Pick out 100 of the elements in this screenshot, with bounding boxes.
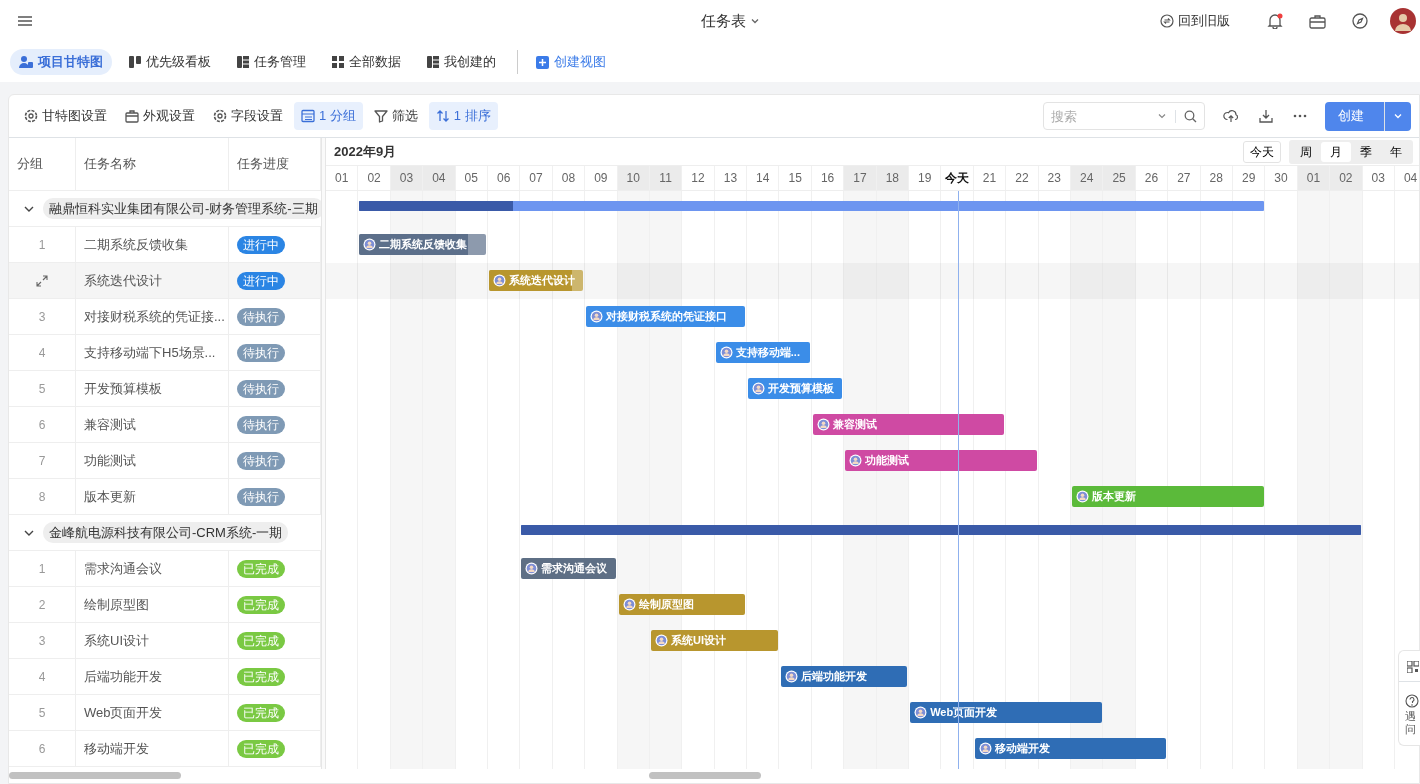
scale-option[interactable]: 年 — [1381, 141, 1411, 162]
help-icon[interactable] — [1405, 693, 1419, 708]
toolbar-button[interactable]: 筛选 — [366, 102, 425, 130]
row-number: 4 — [38, 668, 46, 686]
help-text: 遇 — [1404, 709, 1417, 723]
task-bar[interactable]: 功能测试 — [845, 450, 1037, 471]
today-button[interactable]: 今天 — [1243, 140, 1281, 163]
day-label: 30 — [1265, 166, 1298, 190]
row-number: 5 — [38, 704, 46, 722]
download-icon[interactable] — [1259, 109, 1273, 123]
status-tag: 进行中 — [237, 235, 285, 254]
upload-icon[interactable] — [1223, 108, 1239, 124]
row-number: 6 — [38, 416, 46, 434]
gear-icon — [213, 109, 227, 123]
view-tab[interactable]: 优先级看板 — [120, 49, 220, 75]
day-label: 17 — [844, 166, 877, 190]
create-button[interactable]: 创建 — [1325, 101, 1411, 131]
toolbar-button[interactable]: 外观设置 — [118, 102, 202, 130]
day-label: 19 — [909, 166, 942, 190]
task-bar[interactable]: 开发预算模板 — [748, 378, 843, 399]
avatar-icon — [752, 382, 766, 395]
gear-icon — [24, 109, 38, 123]
bell-icon[interactable] — [1267, 13, 1283, 29]
scrollbar-thumb[interactable] — [649, 772, 761, 779]
briefcase-icon — [125, 109, 139, 123]
day-label: 25 — [1103, 166, 1136, 190]
avatar-icon — [914, 706, 928, 719]
day-label: 03 — [390, 166, 424, 190]
day-label: 18 — [876, 166, 910, 190]
day-label: 14 — [747, 166, 780, 190]
group-label: 融鼎恒科实业集团有限公司-财务管理系统-三期 — [43, 197, 321, 220]
avatar-icon — [1076, 490, 1090, 503]
task-name: 系统UI设计 — [76, 623, 229, 658]
task-bar[interactable]: 移动端开发 — [975, 738, 1167, 759]
group-label: 金峰航电源科技有限公司-CRM系统-一期 — [43, 521, 289, 544]
avatar-icon[interactable] — [1390, 8, 1416, 34]
status-tag: 已完成 — [237, 739, 285, 758]
day-label: 10 — [617, 166, 650, 190]
scale-option[interactable]: 周 — [1291, 141, 1321, 162]
avatar-icon — [525, 562, 539, 575]
day-label: 13 — [714, 166, 748, 190]
view-tab[interactable]: 任务管理 — [228, 49, 315, 75]
row-number: 7 — [38, 452, 46, 470]
plus-icon — [536, 55, 549, 69]
avatar-icon — [784, 670, 798, 683]
task-bar[interactable]: 支持移动端... — [715, 342, 810, 363]
avatar-icon — [655, 634, 668, 647]
task-bar[interactable]: 二期系统反馈收集 — [359, 234, 486, 255]
status-tag: 已完成 — [237, 703, 285, 722]
row-number: 8 — [38, 488, 46, 506]
task-name: 后端功能开发 — [76, 659, 229, 694]
task-bar[interactable]: 需求沟通会议 — [521, 558, 616, 579]
more-icon[interactable] — [1293, 114, 1307, 118]
day-label: 06 — [487, 166, 521, 190]
day-label: 22 — [1006, 166, 1039, 190]
task-bar[interactable]: 后端功能开发 — [780, 666, 908, 687]
status-tag: 待执行 — [237, 451, 285, 470]
compass-icon[interactable] — [1352, 13, 1368, 29]
search-field[interactable]: 搜索 — [1043, 102, 1205, 130]
scrollbar-thumb[interactable] — [9, 772, 181, 779]
task-bar[interactable]: 系统迭代设计 — [489, 270, 584, 291]
help-text: 问 — [1404, 722, 1417, 736]
month-label: 2022年9月 — [334, 142, 397, 161]
toolbar-button[interactable]: 1 排序 — [428, 102, 498, 130]
task-name: 移动端开发 — [76, 731, 229, 766]
task-name: 开发预算模板 — [76, 371, 229, 406]
title-dropdown[interactable]: 任务表 — [701, 9, 760, 33]
day-label: 02 — [358, 166, 391, 190]
column-header: 任务名称 — [76, 138, 229, 190]
expand-icon[interactable] — [36, 274, 48, 287]
task-bar[interactable]: 绘制原型图 — [618, 594, 746, 615]
day-label: 11 — [649, 166, 683, 190]
status-tag: 待执行 — [237, 487, 285, 506]
task-bar[interactable]: 系统UI设计 — [651, 630, 778, 651]
day-label: 05 — [455, 166, 488, 190]
toolbar-button[interactable]: 字段设置 — [206, 102, 290, 130]
day-label: 28 — [1200, 166, 1233, 190]
old-version-link[interactable]: 回到旧版 — [1159, 10, 1231, 32]
avatar-icon — [979, 742, 992, 755]
scale-option[interactable]: 月 — [1321, 141, 1351, 162]
task-bar[interactable]: 兼容测试 — [813, 414, 1005, 435]
day-label: 15 — [779, 166, 812, 190]
view-tab[interactable]: 项目甘特图 — [10, 49, 112, 75]
table-icon — [427, 56, 439, 68]
menu-icon[interactable] — [18, 16, 32, 26]
create-view-button[interactable]: 创建视图 — [530, 51, 612, 73]
kanban-icon — [129, 56, 141, 68]
briefcase-icon[interactable] — [1309, 13, 1326, 29]
toolbar-button[interactable]: 1 分组 — [294, 102, 363, 130]
row-number: 3 — [38, 308, 46, 326]
toolbar-button[interactable]: 甘特图设置 — [17, 102, 114, 130]
swap-circle-icon — [1160, 14, 1174, 28]
task-name: 绘制原型图 — [76, 587, 229, 622]
task-bar[interactable]: 对接财税系统的凭证接口 — [586, 306, 746, 327]
view-tab[interactable]: 我创建的 — [418, 49, 505, 75]
qr-code-icon[interactable] — [1407, 661, 1419, 673]
search-icon[interactable] — [1184, 109, 1197, 123]
view-tab[interactable]: 全部数据 — [323, 49, 410, 75]
scale-option[interactable]: 季 — [1351, 141, 1381, 162]
row-number: 4 — [38, 344, 46, 362]
